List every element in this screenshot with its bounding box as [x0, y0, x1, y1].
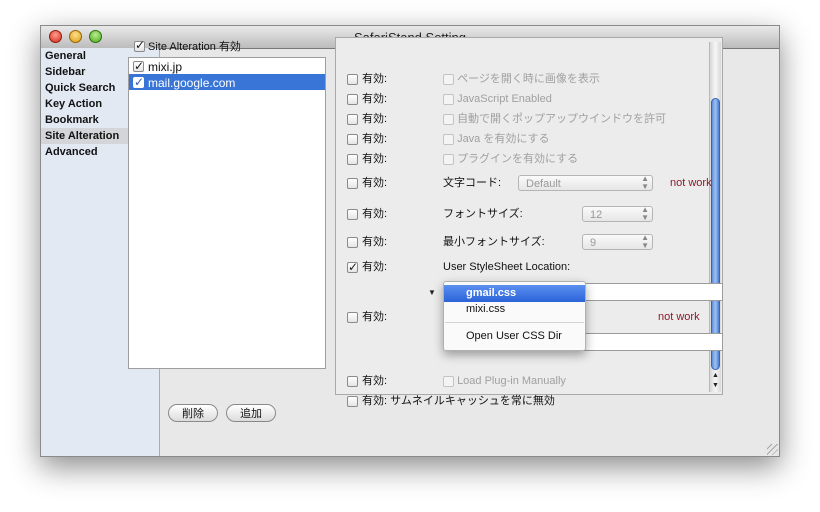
min-font-size-label: 最小フォントサイズ:: [443, 236, 545, 248]
enabled-label: 有効:: [362, 177, 388, 190]
encoding-not-work: not work: [670, 177, 712, 189]
setting-row-images: 有効:: [347, 71, 387, 87]
covered-not-work: not work: [658, 311, 700, 323]
font-size-popup[interactable]: 12 ▲ ▼: [582, 206, 653, 222]
enable-checkbox[interactable]: [347, 208, 358, 220]
enabled-label: 有効:: [362, 73, 388, 86]
enable-checkbox[interactable]: [347, 153, 358, 165]
encoding-value: Default: [526, 178, 561, 190]
enabled-label: 有効:: [362, 113, 388, 126]
stylesheet-dropdown-menu[interactable]: gmail.css mixi.css Open User CSS Dir: [443, 281, 586, 351]
setting-row-covered: 有効:: [347, 309, 387, 325]
java-label: Java を有効にする: [457, 133, 550, 145]
site-enabled-checkbox[interactable]: [133, 74, 144, 90]
setting-row-font-size: 有効:: [347, 206, 387, 222]
resize-grip-icon[interactable]: [767, 444, 778, 455]
images-option: ページを開く時に画像を表示: [443, 71, 600, 87]
site-alteration-label: Site Alteration 有効: [148, 41, 241, 53]
plugins-label: プラグインを有効にする: [457, 153, 579, 165]
setting-row-plugins: 有効:: [347, 151, 387, 167]
setting-row-java: 有効:: [347, 131, 387, 147]
setting-row-encoding: 有効:: [347, 175, 387, 191]
setting-row-min-font-size: 有効:: [347, 234, 387, 250]
enabled-label: 有効:: [362, 93, 388, 106]
load-plugin-label: Load Plug-in Manually: [457, 375, 566, 387]
javascript-option: JavaScript Enabled: [443, 91, 552, 107]
enable-checkbox[interactable]: [347, 259, 358, 275]
popup-arrows-icon: ▲ ▼: [641, 205, 649, 222]
enabled-label: 有効:: [362, 311, 388, 324]
encoding-label: 文字コード:: [443, 177, 502, 189]
setting-row-load-plugin: 有効:: [347, 373, 387, 389]
popup-arrows-icon: ▲ ▼: [641, 174, 649, 191]
javascript-checkbox: [443, 93, 454, 105]
java-option: Java を有効にする: [443, 131, 549, 147]
menu-item-gmail-css[interactable]: gmail.css: [444, 285, 585, 302]
enable-checkbox[interactable]: [347, 133, 358, 145]
site-row-selected[interactable]: mail.google.com: [129, 74, 325, 90]
thumbnail-label: 有効: サムネイルキャッシュを常に無効: [362, 395, 555, 408]
site-alteration-checkbox[interactable]: [134, 38, 145, 52]
enable-checkbox[interactable]: [347, 311, 358, 323]
popups-checkbox: [443, 113, 454, 125]
enable-checkbox[interactable]: [347, 113, 358, 125]
plugins-checkbox: [443, 153, 454, 165]
enable-checkbox[interactable]: [347, 236, 358, 248]
popups-option: 自動で開くポップアップウインドウを許可: [443, 111, 666, 127]
setting-row-popups: 有効:: [347, 111, 387, 127]
enabled-label: 有効:: [362, 261, 388, 274]
site-name: mixi.jp: [148, 59, 183, 74]
min-font-size-popup[interactable]: 9 ▲ ▼: [582, 234, 653, 250]
enable-checkbox[interactable]: [347, 375, 358, 387]
popups-label: 自動で開くポップアップウインドウを許可: [457, 113, 667, 125]
enable-checkbox[interactable]: [347, 177, 358, 189]
menu-separator: [445, 322, 584, 323]
enabled-label: 有効:: [362, 236, 388, 249]
encoding-popup[interactable]: Default ▲ ▼: [518, 175, 653, 191]
setting-row-stylesheet: 有効:: [347, 259, 387, 275]
enable-checkbox[interactable]: [347, 73, 358, 85]
menu-item-open-css-dir[interactable]: Open User CSS Dir: [444, 328, 585, 345]
delete-site-button[interactable]: 削除: [168, 404, 218, 422]
covered-setting-field[interactable]: [582, 333, 723, 351]
site-name: mail.google.com: [148, 75, 236, 90]
site-alteration-toggle[interactable]: Site Alteration 有効: [134, 38, 241, 54]
enabled-label: 有効:: [362, 153, 388, 166]
enabled-label: 有効:: [362, 133, 388, 146]
enabled-label: 有効:: [362, 208, 388, 221]
enable-checkbox[interactable]: [347, 395, 358, 407]
setting-row-thumbnail: 有効: サムネイルキャッシュを常に無効: [347, 393, 555, 409]
popup-arrows-icon: ▲ ▼: [641, 233, 649, 250]
site-list[interactable]: mixi.jp mail.google.com: [128, 57, 326, 369]
images-checkbox: [443, 73, 454, 85]
stylesheet-path-field[interactable]: [582, 283, 723, 301]
stylesheet-menu-triangle-icon[interactable]: ▼: [428, 288, 436, 297]
images-label: ページを開く時に画像を表示: [457, 73, 600, 85]
min-font-size-value: 9: [590, 237, 597, 249]
javascript-label: JavaScript Enabled: [457, 93, 552, 105]
scroll-down-arrow-icon[interactable]: ▼: [711, 382, 720, 389]
java-checkbox: [443, 133, 454, 145]
font-size-label: フォントサイズ:: [443, 208, 523, 220]
site-enabled-checkbox[interactable]: [133, 58, 144, 74]
scroll-up-arrow-icon[interactable]: ▲: [711, 372, 720, 379]
setting-row-javascript: 有効:: [347, 91, 387, 107]
enable-checkbox[interactable]: [347, 93, 358, 105]
site-row[interactable]: mixi.jp: [129, 58, 325, 74]
plugins-option: プラグインを有効にする: [443, 151, 578, 167]
load-plugin-option: Load Plug-in Manually: [443, 373, 566, 389]
menu-item-mixi-css[interactable]: mixi.css: [444, 301, 585, 318]
stylesheet-label: User StyleSheet Location:: [443, 261, 571, 273]
load-plugin-checkbox: [443, 375, 454, 387]
scroll-thumb[interactable]: [711, 98, 720, 370]
font-size-value: 12: [590, 209, 603, 221]
add-site-button[interactable]: 追加: [226, 404, 276, 422]
enabled-label: 有効:: [362, 375, 388, 388]
